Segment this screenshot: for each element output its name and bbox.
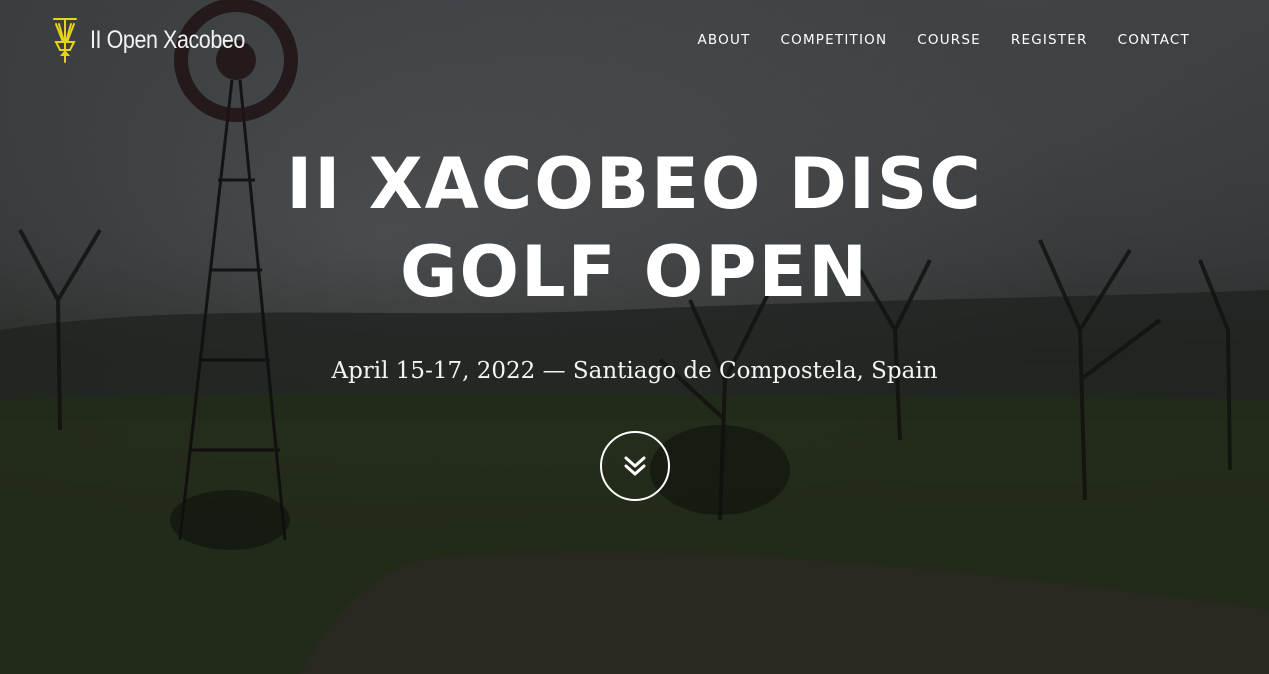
nav-menu: ABOUT COMPETITION COURSE REGISTER CONTAC…	[697, 30, 1190, 50]
brand-link[interactable]: II Open Xacobeo	[52, 16, 270, 64]
nav-contact[interactable]: CONTACT	[1118, 30, 1190, 50]
hero-title: II XACOBEO DISC GOLF OPEN	[0, 140, 1269, 316]
scroll-down-button[interactable]	[600, 431, 670, 501]
nav-course[interactable]: COURSE	[917, 30, 981, 50]
nav-competition[interactable]: COMPETITION	[781, 30, 888, 50]
navbar: II Open Xacobeo ABOUT COMPETITION COURSE…	[0, 0, 1269, 80]
hero-subtitle: April 15-17, 2022 — Santiago de Composte…	[331, 358, 938, 384]
brand-name: II Open Xacobeo	[90, 25, 245, 54]
hero-title-line-2: GOLF OPEN	[400, 231, 869, 313]
hero-section: II Open Xacobeo ABOUT COMPETITION COURSE…	[0, 0, 1269, 674]
chevron-double-down-icon	[624, 456, 646, 476]
nav-about[interactable]: ABOUT	[697, 30, 750, 50]
nav-register[interactable]: REGISTER	[1011, 30, 1088, 50]
dark-overlay	[0, 0, 1269, 674]
disc-golf-basket-icon	[53, 18, 77, 63]
hero-title-line-1: II XACOBEO DISC	[286, 143, 983, 225]
